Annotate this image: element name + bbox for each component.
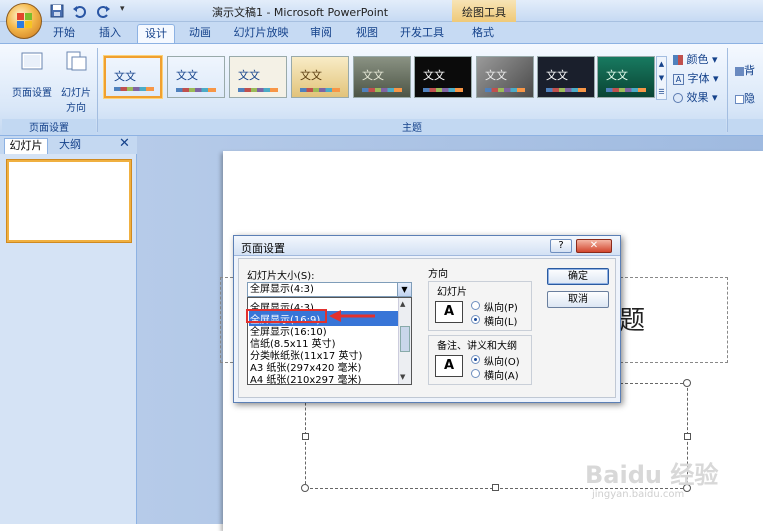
slide-thumbnail[interactable] [6, 159, 132, 243]
theme-thumbnail[interactable]: 文文 [291, 56, 349, 98]
resize-handle[interactable] [683, 379, 691, 387]
theme-thumbnail[interactable]: 文文 [104, 56, 162, 98]
theme-color-bars [114, 87, 154, 91]
portrait-radio[interactable] [471, 301, 480, 310]
theme-effects-button[interactable]: 效果 ▾ [673, 89, 718, 105]
list-scrollbar[interactable]: ▲ ▼ [398, 298, 411, 384]
notes-orientation-preview-icon: A [435, 355, 463, 377]
theme-thumbnail[interactable]: 文文 [597, 56, 655, 98]
tab-slide-show[interactable]: 幻灯片放映 [228, 24, 294, 44]
drawing-tools-context-tab: 绘图工具 [452, 0, 516, 22]
effects-icon [673, 93, 683, 103]
dialog-body: 幻灯片大小(S): 全屏显示(4:3) ▼ 全屏显示(4:3) 全屏显示(16:… [238, 258, 616, 398]
notes-landscape-label: 横向(A) [484, 371, 519, 382]
tab-review[interactable]: 审阅 [302, 24, 340, 44]
page-setup-icon [21, 52, 43, 70]
theme-thumbnail[interactable]: 文文 [167, 56, 225, 98]
dialog-close-button[interactable]: ✕ [576, 239, 612, 253]
slide-size-combo[interactable]: 全屏显示(4:3) ▼ [247, 282, 412, 297]
group-label-page-setup: 页面设置 [2, 119, 96, 134]
theme-color-bars [546, 88, 586, 92]
title-text: 题 [619, 306, 646, 336]
page-setup-button[interactable]: 页面设置 [8, 49, 56, 99]
scroll-up-icon[interactable]: ▲ [400, 300, 405, 308]
notes-portrait-label: 纵向(O) [484, 357, 520, 368]
slide-orientation-icon [66, 51, 87, 71]
theme-color-bars [423, 88, 463, 92]
notes-portrait-radio[interactable] [471, 355, 480, 364]
background-styles-button[interactable]: 背 [735, 62, 755, 78]
chevron-down-icon[interactable]: ▼ [397, 283, 411, 296]
theme-color-bars [176, 88, 216, 92]
theme-color-bars [238, 88, 278, 92]
resize-handle[interactable] [302, 433, 309, 440]
watermark: Baidu 经验 [585, 461, 719, 489]
theme-color-bars [606, 88, 646, 92]
resize-handle[interactable] [684, 433, 691, 440]
theme-thumbnail[interactable]: 文文 [476, 56, 534, 98]
notes-landscape-radio[interactable] [471, 369, 480, 378]
theme-gallery-scroll[interactable]: ▲ ▼ ☰ [656, 56, 667, 100]
landscape-radio[interactable] [471, 315, 480, 324]
ribbon: 页面设置 幻灯片 方向 页面设置 文文 文文 文文 文文 文文 文文 文文 文文… [0, 43, 763, 136]
office-button[interactable] [6, 3, 42, 39]
watermark-url: jingyan.baidu.com [592, 489, 685, 500]
slides-orientation-group: 幻灯片 A 纵向(P) 横向(L) [428, 281, 532, 331]
tab-design[interactable]: 设计 [137, 24, 175, 44]
highlight-box [246, 309, 327, 323]
font-icon: A [673, 73, 684, 85]
help-button[interactable]: ? [550, 239, 572, 253]
ok-button[interactable]: 确定 [547, 268, 609, 285]
red-arrow-icon [329, 310, 375, 322]
landscape-label: 横向(L) [484, 317, 518, 328]
theme-thumbnail[interactable]: 文文 [537, 56, 595, 98]
cancel-button[interactable]: 取消 [547, 291, 609, 308]
tab-slides[interactable]: 幻灯片 [4, 138, 48, 154]
portrait-label: 纵向(P) [484, 303, 518, 314]
title-bar: ▾ 演示文稿1 - Microsoft PowerPoint 绘图工具 [0, 0, 763, 22]
slide-size-value: 全屏显示(4:3) [250, 284, 314, 295]
theme-colors-button[interactable]: 颜色 ▾ [673, 51, 718, 67]
list-item[interactable]: A4 纸张(210x297 毫米) [250, 371, 361, 384]
dialog-title: 页面设置 [241, 242, 285, 255]
resize-handle[interactable] [301, 484, 309, 492]
theme-thumbnail[interactable]: 文文 [414, 56, 472, 98]
scroll-down-icon[interactable]: ▼ [400, 373, 405, 381]
office-logo-icon [17, 13, 32, 28]
theme-color-bars [485, 88, 525, 92]
color-palette-icon [673, 55, 683, 65]
notes-group-label: 备注、讲义和大纲 [437, 341, 517, 352]
background-icon [735, 66, 744, 76]
theme-thumbnail[interactable]: 文文 [229, 56, 287, 98]
theme-fonts-button[interactable]: A 字体 ▾ [673, 70, 719, 86]
tab-insert[interactable]: 插入 [92, 24, 128, 44]
theme-color-bars [362, 88, 402, 92]
dialog-title-bar: 页面设置 ? ✕ [234, 236, 620, 256]
ribbon-tabs: 开始 插入 设计 动画 幻灯片放映 审阅 视图 开发工具 格式 [0, 22, 763, 44]
slide-orientation-button[interactable]: 幻灯片 方向 [56, 49, 96, 114]
notes-orientation-group: 备注、讲义和大纲 A 纵向(O) 横向(A) [428, 335, 532, 385]
tab-developer[interactable]: 开发工具 [393, 24, 451, 44]
tab-format[interactable]: 格式 [462, 24, 504, 44]
slides-group-label: 幻灯片 [437, 287, 467, 298]
theme-color-bars [300, 88, 340, 92]
panel-tabs: 幻灯片 大纲 ✕ [0, 136, 137, 154]
group-label-themes: 主题 [98, 119, 726, 134]
tab-home[interactable]: 开始 [46, 24, 82, 44]
slides-panel: 幻灯片 大纲 ✕ 1 [0, 136, 137, 524]
orientation-label: 方向 [428, 269, 448, 280]
close-icon[interactable]: ✕ [119, 136, 130, 151]
resize-handle[interactable] [492, 484, 499, 491]
tab-outline[interactable]: 大纲 [50, 138, 90, 154]
hide-background-checkbox[interactable]: 隐 [735, 90, 755, 106]
tab-animations[interactable]: 动画 [181, 24, 219, 44]
group-label-background [728, 119, 763, 134]
scroll-thumb[interactable] [400, 326, 410, 352]
tab-view[interactable]: 视图 [348, 24, 386, 44]
theme-thumbnail[interactable]: 文文 [353, 56, 411, 98]
orientation-preview-icon: A [435, 301, 463, 323]
checkbox-icon [735, 94, 744, 104]
slide-size-label: 幻灯片大小(S): [247, 271, 315, 282]
